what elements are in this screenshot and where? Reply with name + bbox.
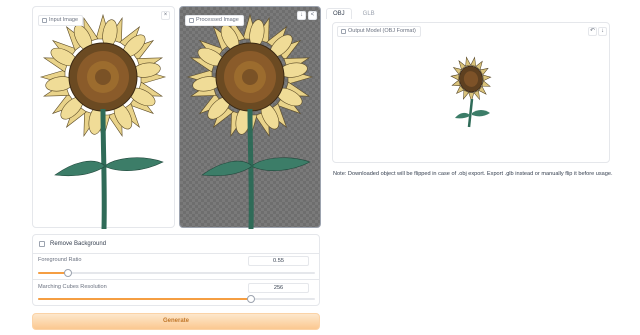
sunflower-input-image — [39, 13, 167, 229]
output-model-panel[interactable]: Output Model (OBJ Format) ↶ ↓ — [332, 22, 610, 163]
sunflower-processed-image — [186, 13, 314, 229]
sunflower-3d-model-viewer[interactable] — [333, 23, 611, 164]
export-note: Note: Downloaded object will be flipped … — [333, 171, 613, 177]
processed-image-label: Processed Image — [185, 15, 244, 26]
remove-background-label: Remove Background — [50, 241, 107, 247]
generate-button[interactable]: Generate — [32, 313, 320, 330]
processed-image-panel: Processed Image ↓ < — [179, 6, 321, 229]
clear-image-close-icon[interactable]: × — [161, 11, 170, 20]
output-model-label: Output Model (OBJ Format) — [337, 26, 421, 37]
remove-background-checkbox[interactable] — [39, 241, 45, 247]
tab-glb[interactable]: GLB — [356, 8, 382, 19]
foreground-ratio-thumb[interactable] — [64, 269, 73, 277]
remove-background-row[interactable]: Remove Background — [39, 241, 106, 247]
share-icon[interactable]: < — [308, 11, 317, 20]
mc-resolution-fill — [38, 298, 252, 300]
download-icon[interactable]: ↓ — [297, 11, 306, 20]
download-icon[interactable]: ↓ — [598, 27, 607, 36]
mc-resolution-label: Marching Cubes Resolution — [38, 284, 107, 290]
mc-resolution-thumb[interactable] — [247, 295, 256, 303]
divider — [33, 253, 319, 254]
tab-obj[interactable]: OBJ — [326, 8, 352, 19]
processed-image-label-text: Processed Image — [196, 17, 239, 23]
foreground-ratio-input[interactable]: 0.55 — [248, 256, 309, 266]
undo-icon[interactable]: ↶ — [588, 27, 597, 36]
generation-controls: Remove Background Foreground Ratio 0.55 … — [32, 234, 320, 306]
mc-resolution-input[interactable]: 256 — [248, 283, 309, 293]
input-image-label-text: Input Image — [49, 17, 79, 23]
mc-resolution-slider[interactable] — [38, 295, 315, 303]
output-model-label-text: Output Model (OBJ Format) — [348, 28, 416, 34]
foreground-ratio-slider[interactable] — [38, 269, 315, 277]
output-format-tabs: OBJ GLB — [326, 8, 382, 19]
foreground-ratio-label: Foreground Ratio — [38, 257, 82, 263]
cube-icon — [341, 29, 346, 34]
image-icon — [42, 18, 47, 23]
image-icon — [189, 18, 194, 23]
divider — [33, 279, 319, 280]
input-image-label: Input Image — [38, 15, 84, 26]
input-image-panel[interactable]: Input Image × — [32, 6, 175, 229]
